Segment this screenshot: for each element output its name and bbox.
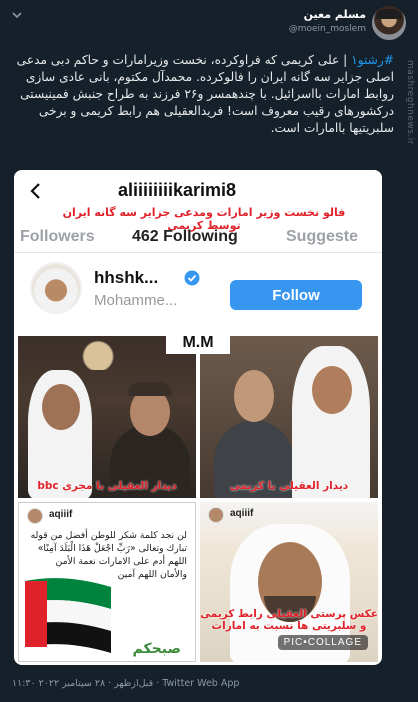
profile-picture	[30, 262, 82, 314]
ig-stats: Followers 462 Following Suggeste	[14, 226, 382, 248]
uae-flag-icon	[25, 578, 111, 653]
photo-portrait: aqiiif عکس پرستی العقیلی رابط کریمی و سل…	[200, 502, 378, 662]
stat-followers: Followers	[20, 228, 95, 245]
divider	[14, 252, 382, 253]
follow-button: Follow	[230, 280, 362, 310]
photo2-caption: دیدار العقیلی با کریمی	[229, 480, 349, 492]
post-handle: aqiiif	[49, 509, 73, 520]
instagram-screenshot: aliiiiiiiikarimi8 فالو نخست وزیر امارات …	[14, 170, 382, 332]
chevron-down-icon[interactable]	[10, 8, 24, 22]
back-arrow-icon	[30, 183, 40, 199]
account-name: hhshk...	[94, 268, 159, 287]
ig-username: aliiiiiiiikarimi8	[118, 180, 237, 200]
photo-instagram-post: aqiiif لن نجد كلمة شكر للوطن أفضل من قول…	[18, 502, 196, 662]
pic-collage-label: PIC•COLLAGE	[277, 635, 368, 650]
photo-meeting-karimi: دیدار العقیلی با کریمی	[200, 336, 378, 498]
post-handle: aqiiif	[230, 508, 254, 519]
verified-badge-icon	[184, 270, 200, 286]
hashtag-link[interactable]: #رشتو۱	[351, 53, 394, 67]
avatar	[27, 508, 43, 524]
photo1-caption: دیدار العقیلی با مجری bbc	[37, 480, 177, 492]
stat-following: 462 Following	[132, 228, 238, 245]
avatar[interactable]	[372, 6, 406, 40]
display-name[interactable]: مسلم معین	[304, 8, 366, 21]
stat-suggested: Suggeste	[286, 228, 359, 245]
center-label: M.M	[166, 332, 230, 354]
photo4-caption: عکس پرستی العقیلی رابط کریمی و سلبریتی ه…	[200, 608, 378, 632]
account-subtitle: Mohamme...	[94, 292, 178, 309]
post-bottom-text: صبحكم	[132, 641, 181, 657]
tweet-media[interactable]: aliiiiiiiikarimi8 فالو نخست وزیر امارات …	[14, 170, 382, 665]
tweet-header: مسلم معین @moein_moslem	[0, 0, 418, 44]
tweet-body: | علی کریمی که فراوکرده، نخست وزیرامارات…	[16, 53, 394, 135]
user-handle[interactable]: @moein_moslem	[289, 24, 366, 34]
tweet-text: #رشتو۱ | علی کریمی که فراوکرده، نخست وزی…	[12, 52, 394, 137]
photo-meeting-bbc: دیدار العقیلی با مجری bbc	[18, 336, 196, 498]
avatar	[208, 507, 224, 523]
watermark: mashreghnews.ir	[405, 60, 415, 145]
tweet-meta: ۱۱:۳۰ قبل‌ازظهر · ۲۸ سپتامبر ۲۰۲۲ · Twit…	[12, 678, 240, 689]
